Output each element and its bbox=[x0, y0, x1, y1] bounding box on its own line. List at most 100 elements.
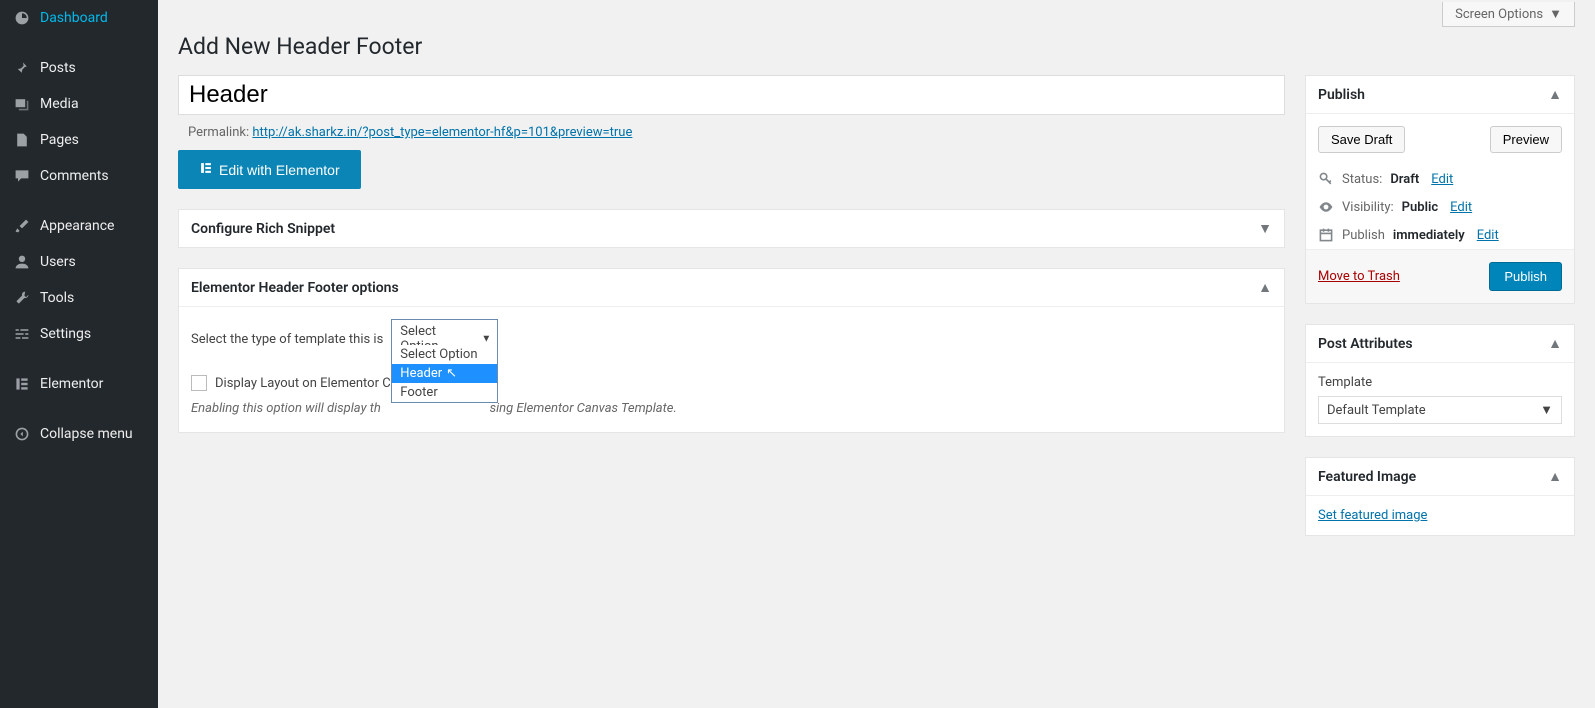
main-content: Screen Options ▼ Add New Header Footer P… bbox=[158, 2, 1595, 576]
visibility-edit-link[interactable]: Edit bbox=[1450, 200, 1472, 215]
screen-options-label: Screen Options bbox=[1455, 7, 1543, 22]
sidebar-item-appearance[interactable]: Appearance bbox=[0, 208, 158, 244]
schedule-label: Publish bbox=[1342, 228, 1385, 243]
status-value: Draft bbox=[1390, 172, 1419, 187]
sidebar-item-media[interactable]: Media bbox=[0, 86, 158, 122]
elementor-icon bbox=[12, 374, 32, 394]
publish-button[interactable]: Publish bbox=[1489, 262, 1562, 291]
schedule-edit-link[interactable]: Edit bbox=[1477, 228, 1499, 243]
sidebar-label: Comments bbox=[40, 168, 109, 184]
chevron-up-icon: ▲ bbox=[1258, 279, 1272, 296]
template-select[interactable]: Default Template ▼ bbox=[1318, 396, 1562, 424]
sidebar-item-collapse[interactable]: Collapse menu bbox=[0, 416, 158, 452]
pages-icon bbox=[12, 130, 32, 150]
sidebar-label: Pages bbox=[40, 132, 79, 148]
elementor-icon bbox=[199, 161, 213, 178]
post-attributes-box: Post Attributes ▲ Template Default Templ… bbox=[1305, 324, 1575, 437]
sidebar-item-tools[interactable]: Tools bbox=[0, 280, 158, 316]
publish-actions-top: Save Draft Preview bbox=[1306, 114, 1574, 165]
hf-options-metabox: Elementor Header Footer options ▲ Select… bbox=[178, 268, 1285, 433]
schedule-value: immediately bbox=[1393, 228, 1465, 243]
hf-options-title: Elementor Header Footer options bbox=[191, 280, 399, 296]
move-to-trash-link[interactable]: Move to Trash bbox=[1318, 269, 1400, 284]
sidebar-label: Dashboard bbox=[40, 10, 108, 26]
sidebar-item-comments[interactable]: Comments bbox=[0, 158, 158, 194]
publish-box: Publish ▲ Save Draft Preview Status: Dra… bbox=[1305, 75, 1575, 304]
display-layout-hint: Enabling this option will display the la… bbox=[191, 401, 1272, 416]
template-type-option-select[interactable]: Select Option bbox=[392, 345, 497, 364]
visibility-value: Public bbox=[1402, 200, 1438, 215]
post-attributes-title: Post Attributes bbox=[1318, 336, 1413, 352]
chevron-down-icon: ▼ bbox=[1549, 6, 1562, 22]
key-icon bbox=[1318, 171, 1334, 187]
publish-box-header[interactable]: Publish ▲ bbox=[1306, 76, 1574, 114]
status-label: Status: bbox=[1342, 172, 1382, 187]
sidebar-label: Media bbox=[40, 96, 79, 112]
sliders-icon bbox=[12, 324, 32, 344]
featured-image-header[interactable]: Featured Image ▲ bbox=[1306, 458, 1574, 496]
sidebar-label: Posts bbox=[40, 60, 76, 76]
dashboard-icon bbox=[12, 8, 32, 28]
sidebar-item-posts[interactable]: Posts bbox=[0, 50, 158, 86]
rich-snippet-header[interactable]: Configure Rich Snippet ▼ bbox=[179, 210, 1284, 247]
status-edit-link[interactable]: Edit bbox=[1431, 172, 1453, 187]
hf-options-header[interactable]: Elementor Header Footer options ▲ bbox=[179, 269, 1284, 307]
permalink-link[interactable]: http://ak.sharkz.in/?post_type=elementor… bbox=[252, 125, 632, 140]
comment-icon bbox=[12, 166, 32, 186]
publish-footer: Move to Trash Publish bbox=[1306, 249, 1574, 303]
sidebar-item-pages[interactable]: Pages bbox=[0, 122, 158, 158]
sidebar-label: Users bbox=[40, 254, 76, 270]
display-layout-label: Display Layout on Elementor C bbox=[215, 376, 391, 391]
chevron-down-icon: ▼ bbox=[1540, 402, 1553, 418]
publish-schedule-row: Publish immediately Edit bbox=[1306, 221, 1574, 249]
chevron-up-icon: ▲ bbox=[1548, 86, 1562, 103]
cursor-icon: ↖ bbox=[446, 366, 457, 381]
publish-status-row: Status: Draft Edit bbox=[1306, 165, 1574, 193]
template-type-select-wrap: Select Option ▼ Select Option Header↖ Fo… bbox=[391, 319, 498, 359]
sidebar-item-dashboard[interactable]: Dashboard bbox=[0, 0, 158, 36]
sidebar-label: Appearance bbox=[40, 218, 114, 234]
chevron-up-icon: ▲ bbox=[1548, 468, 1562, 485]
user-icon bbox=[12, 252, 32, 272]
template-type-dropdown: Select Option Header↖ Footer bbox=[391, 345, 498, 403]
featured-image-title: Featured Image bbox=[1318, 469, 1416, 485]
brush-icon bbox=[12, 216, 32, 236]
post-attributes-header[interactable]: Post Attributes ▲ bbox=[1306, 325, 1574, 363]
rich-snippet-metabox: Configure Rich Snippet ▼ bbox=[178, 209, 1285, 248]
display-layout-checkbox[interactable] bbox=[191, 375, 207, 391]
visibility-label: Visibility: bbox=[1342, 200, 1394, 215]
featured-image-box: Featured Image ▲ Set featured image bbox=[1305, 457, 1575, 536]
post-title-input[interactable] bbox=[178, 75, 1285, 115]
admin-sidebar: Dashboard Posts Media Pages Comments App… bbox=[0, 0, 158, 708]
permalink-label: Permalink: bbox=[188, 125, 249, 140]
edit-with-elementor-label: Edit with Elementor bbox=[219, 162, 340, 178]
hf-options-body: Select the type of template this is Sele… bbox=[179, 307, 1284, 432]
save-draft-button[interactable]: Save Draft bbox=[1318, 126, 1405, 153]
chevron-down-icon: ▼ bbox=[1258, 220, 1272, 237]
sidebar-label: Elementor bbox=[40, 376, 103, 392]
template-type-row: Select the type of template this is Sele… bbox=[191, 319, 1272, 359]
chevron-up-icon: ▲ bbox=[1548, 335, 1562, 352]
screen-options-toggle[interactable]: Screen Options ▼ bbox=[1442, 2, 1575, 27]
featured-image-body: Set featured image bbox=[1306, 496, 1574, 535]
media-icon bbox=[12, 94, 32, 114]
sidebar-label: Settings bbox=[40, 326, 91, 342]
set-featured-image-link[interactable]: Set featured image bbox=[1318, 508, 1427, 523]
template-type-option-footer[interactable]: Footer bbox=[392, 383, 497, 402]
sidebar-item-elementor[interactable]: Elementor bbox=[0, 366, 158, 402]
sidebar-item-users[interactable]: Users bbox=[0, 244, 158, 280]
eye-icon bbox=[1318, 199, 1334, 215]
edit-with-elementor-button[interactable]: Edit with Elementor bbox=[178, 150, 361, 189]
preview-button[interactable]: Preview bbox=[1490, 126, 1562, 153]
sidebar-item-settings[interactable]: Settings bbox=[0, 316, 158, 352]
template-select-value: Default Template bbox=[1327, 403, 1426, 418]
display-layout-row: Display Layout on Elementor C bbox=[191, 375, 1272, 391]
rich-snippet-title: Configure Rich Snippet bbox=[191, 221, 335, 237]
sidebar-label: Tools bbox=[40, 290, 74, 306]
chevron-down-icon: ▼ bbox=[481, 334, 491, 345]
template-type-option-header[interactable]: Header↖ bbox=[392, 364, 497, 383]
publish-visibility-row: Visibility: Public Edit bbox=[1306, 193, 1574, 221]
template-type-label: Select the type of template this is bbox=[191, 332, 383, 347]
collapse-icon bbox=[12, 424, 32, 444]
calendar-icon bbox=[1318, 227, 1334, 243]
